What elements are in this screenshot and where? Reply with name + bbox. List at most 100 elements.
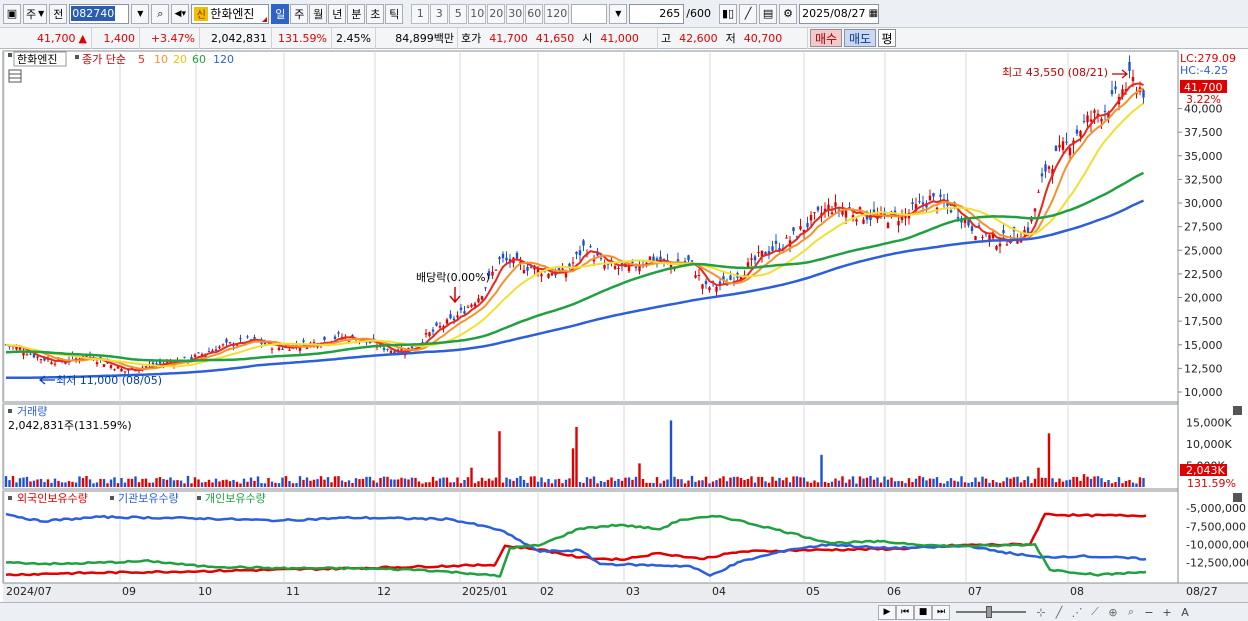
volume-bar bbox=[946, 481, 949, 487]
interval-tab-5[interactable]: 5 bbox=[449, 3, 468, 24]
candle-body bbox=[1047, 166, 1051, 169]
holdings-close-icon[interactable] bbox=[1233, 493, 1242, 502]
volume-bar bbox=[680, 479, 683, 487]
legend-ma-label: 종가 단순 bbox=[82, 53, 126, 66]
volume-axis-label: 10,000K bbox=[1186, 438, 1232, 451]
holdings-panel-frame bbox=[2, 490, 1179, 584]
table-icon[interactable] bbox=[8, 69, 22, 83]
volume-bar bbox=[284, 476, 288, 487]
last-page-icon[interactable]: ⏭ bbox=[932, 604, 950, 620]
zoom-fit-icon[interactable]: ⌕ bbox=[1122, 605, 1140, 620]
interval-tab-120[interactable]: 120 bbox=[544, 3, 570, 24]
period-select[interactable]: 주 ▼ bbox=[23, 3, 48, 24]
chart-area[interactable]: 40,000 37,500 35,000 32,500 30,000 27,500 25,0… bbox=[0, 49, 1248, 602]
volume-bar bbox=[834, 478, 837, 487]
gear-icon[interactable]: ⚙ bbox=[779, 3, 798, 24]
stock-name-field[interactable]: 신 한화엔진 bbox=[191, 3, 270, 24]
stock-code-input[interactable]: 082740 bbox=[69, 3, 130, 24]
candle-icon[interactable]: ▮▯ bbox=[718, 3, 738, 24]
speaker-icon[interactable]: ◀▾ bbox=[171, 3, 190, 24]
period-tab-1[interactable]: 주 bbox=[290, 3, 309, 24]
volume-bar bbox=[449, 482, 452, 487]
interval-tab-10[interactable]: 10 bbox=[468, 3, 487, 24]
holdings-axis: -5,000,000 -7,500,000 -10,000,000 -12,500,0… bbox=[1186, 502, 1248, 569]
volume-bar bbox=[57, 480, 60, 487]
volume-bar bbox=[617, 478, 620, 487]
volume-bar bbox=[347, 480, 351, 487]
candle-body bbox=[463, 311, 466, 314]
period-tab-4[interactable]: 분 bbox=[347, 3, 366, 24]
volume-bar bbox=[666, 479, 669, 487]
period-tab-5[interactable]: 초 bbox=[366, 3, 385, 24]
volume-bar bbox=[750, 476, 753, 487]
interval-tab-20[interactable]: 20 bbox=[487, 3, 506, 24]
volume-bar bbox=[634, 476, 638, 487]
volume-bar bbox=[711, 481, 715, 487]
volume-bar bbox=[333, 476, 337, 487]
dropdown-icon[interactable]: ▼ bbox=[131, 3, 150, 24]
buy-button[interactable]: 매수 bbox=[810, 29, 842, 47]
first-page-icon[interactable]: ⏮ bbox=[896, 604, 914, 620]
interval-tab-3[interactable]: 3 bbox=[430, 3, 449, 24]
volume-bar bbox=[851, 476, 855, 487]
volume-bar bbox=[134, 476, 137, 487]
window-icon[interactable]: ▣ bbox=[3, 3, 21, 24]
candle-body bbox=[862, 219, 865, 224]
save-icon[interactable]: ▤ bbox=[759, 3, 778, 24]
candle-body bbox=[36, 356, 39, 358]
period-tab-3[interactable]: 년 bbox=[328, 3, 347, 24]
interval-tab-30[interactable]: 30 bbox=[506, 3, 525, 24]
draw-icon[interactable]: ╱ bbox=[739, 3, 758, 24]
interval-dropdown-icon[interactable]: ▼ bbox=[609, 3, 628, 24]
volume-bar bbox=[540, 477, 543, 487]
auto-icon[interactable]: A bbox=[1176, 605, 1194, 620]
fib-icon[interactable]: ⋰ bbox=[1068, 605, 1086, 620]
interval-tab-60[interactable]: 60 bbox=[525, 3, 544, 24]
zoom-slider-handle[interactable] bbox=[986, 606, 992, 618]
volume-bar bbox=[571, 448, 575, 487]
zoom-in-icon[interactable]: ⊕ bbox=[1104, 605, 1122, 620]
volume-bar bbox=[704, 476, 708, 487]
scroll-right-icon[interactable]: ▶ bbox=[878, 604, 896, 620]
prev-button[interactable]: 전 bbox=[49, 3, 68, 24]
volume-bar bbox=[918, 475, 921, 487]
volume-bar bbox=[1110, 483, 1114, 487]
minus-icon[interactable]: − bbox=[1140, 605, 1158, 620]
period-tab-0[interactable]: 일 bbox=[271, 3, 290, 24]
candle-body bbox=[1128, 61, 1131, 71]
volume-bar bbox=[67, 481, 71, 487]
count-input[interactable]: 265 bbox=[629, 3, 685, 24]
volume-bar bbox=[36, 479, 39, 487]
search-icon[interactable]: ⌕ bbox=[151, 3, 170, 24]
plus-icon[interactable]: + bbox=[1158, 605, 1176, 620]
volume-bar bbox=[603, 482, 606, 487]
candle-body bbox=[939, 194, 942, 197]
x-axis-label: 03 bbox=[626, 585, 640, 598]
zoom-slider[interactable] bbox=[956, 606, 1026, 618]
chart-svg[interactable]: 40,00037,50035,00032,50030,00027,50025,0… bbox=[0, 49, 1248, 602]
candle-body bbox=[540, 274, 543, 277]
calendar-icon[interactable]: ▦ bbox=[869, 8, 878, 19]
candle-body bbox=[704, 280, 708, 285]
crosshair-icon[interactable]: ⊹ bbox=[1032, 605, 1050, 620]
change-percent: +3.47% bbox=[150, 31, 195, 45]
date-input[interactable]: 2025/08/27 ▦ bbox=[799, 3, 880, 24]
volume-bar bbox=[11, 475, 15, 487]
trend-icon[interactable]: ⟋ bbox=[1086, 605, 1104, 620]
stop-icon[interactable]: ■ bbox=[914, 604, 932, 620]
period-tab-6[interactable]: 틱 bbox=[385, 3, 404, 24]
volume-bar bbox=[32, 480, 36, 487]
period-tab-2[interactable]: 월 bbox=[309, 3, 328, 24]
candle-body bbox=[438, 325, 442, 328]
candle-body bbox=[477, 298, 480, 303]
line-draw-icon[interactable]: ╱ bbox=[1050, 605, 1068, 620]
volume-bar bbox=[956, 481, 960, 487]
volume-bar bbox=[578, 481, 582, 487]
interval-tab-1[interactable]: 1 bbox=[411, 3, 430, 24]
sell-button[interactable]: 매도 bbox=[844, 29, 876, 47]
open-label: 시 bbox=[582, 32, 593, 45]
volume-close-icon[interactable] bbox=[1233, 406, 1242, 415]
interval-input[interactable] bbox=[571, 3, 608, 24]
x-axis-label: 07 bbox=[968, 585, 982, 598]
avg-button[interactable]: 평 bbox=[878, 29, 896, 47]
